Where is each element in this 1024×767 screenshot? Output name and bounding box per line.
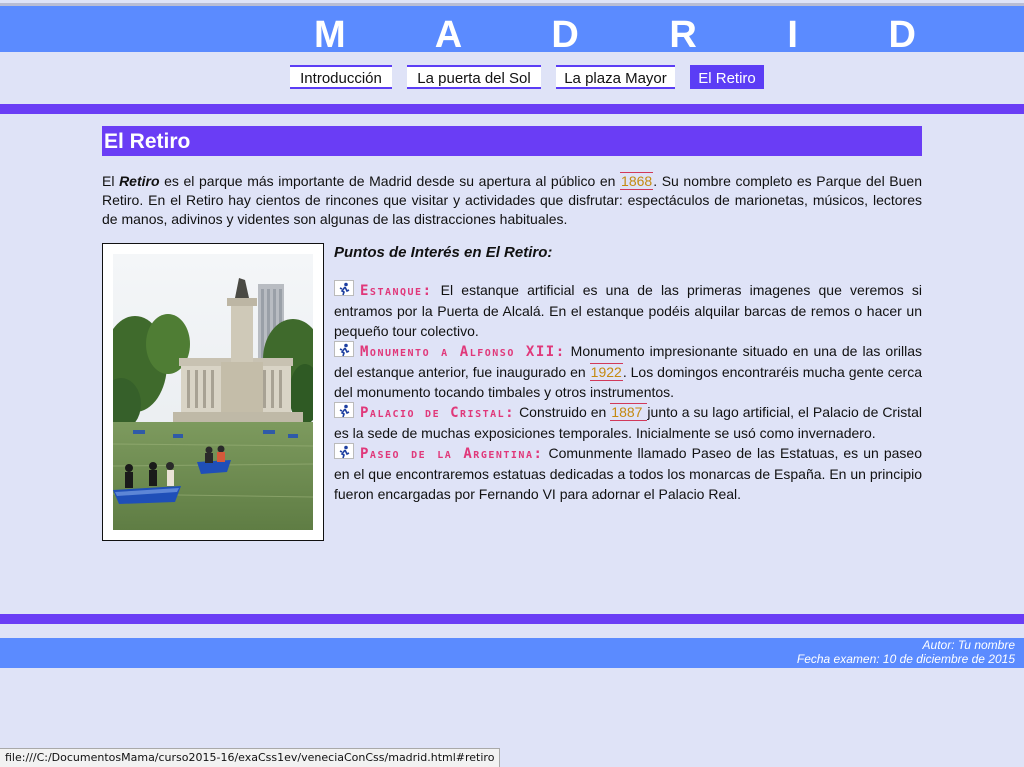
walker-icon bbox=[334, 280, 354, 296]
site-footer: Autor: Tu nombre Fecha examen: 10 de dic… bbox=[0, 638, 1024, 668]
site-header: M A D R I D bbox=[0, 6, 1024, 56]
footer-author: Autor: Tu nombre bbox=[922, 638, 1015, 652]
point-name: Estanque: bbox=[360, 283, 433, 299]
walker-icon bbox=[334, 443, 354, 459]
retiro-photo-illustration bbox=[113, 254, 313, 530]
point-text: Construido en bbox=[515, 404, 611, 420]
year-highlight: 1887 bbox=[610, 403, 648, 421]
section-title: El Retiro bbox=[102, 126, 922, 156]
main-nav: Introducción La puerta del Sol La plaza … bbox=[0, 65, 1024, 93]
retiro-photo bbox=[113, 254, 313, 530]
point-name: Paseo de la Argentina: bbox=[360, 446, 544, 462]
point-name: Palacio de Cristal: bbox=[360, 405, 516, 421]
intro-bold: Retiro bbox=[119, 173, 160, 189]
point-item: Paseo de la Argentina: Comunmente llamad… bbox=[334, 443, 922, 504]
nav-item-el-retiro[interactable]: El Retiro bbox=[690, 65, 764, 89]
status-bar-url: file:///C:/DocumentosMama/curso2015-16/e… bbox=[0, 748, 501, 767]
nav-item-plaza-mayor[interactable]: La plaza Mayor bbox=[556, 65, 675, 89]
point-item: Monumento a Alfonso XII: Monumento impre… bbox=[334, 341, 922, 402]
points-of-interest: Puntos de Interés en El Retiro: Estanque… bbox=[334, 243, 922, 504]
photo-frame bbox=[102, 243, 324, 541]
year-highlight: 1868 bbox=[620, 172, 654, 190]
walker-icon bbox=[334, 402, 354, 418]
intro-paragraph: El Retiro es el parque más importante de… bbox=[102, 172, 922, 229]
divider-bar-bottom bbox=[0, 614, 1024, 624]
intro-text: es el parque más importante de Madrid de… bbox=[159, 173, 621, 189]
content-area: Puntos de Interés en El Retiro: Estanque… bbox=[102, 243, 922, 543]
divider-bar-top bbox=[0, 104, 1024, 114]
main-content: El Retiro El Retiro es el parque más imp… bbox=[102, 126, 922, 543]
nav-item-introduccion[interactable]: Introducción bbox=[290, 65, 392, 89]
nav-item-puerta-del-sol[interactable]: La puerta del Sol bbox=[407, 65, 541, 89]
site-title: M A D R I D bbox=[314, 14, 956, 56]
footer-date: Fecha examen: 10 de diciembre de 2015 bbox=[796, 652, 1015, 666]
walker-icon bbox=[334, 341, 354, 357]
year-highlight: 1922 bbox=[589, 363, 623, 381]
intro-text: El bbox=[102, 173, 120, 189]
point-item: Palacio de Cristal: Construido en 1887 j… bbox=[334, 402, 922, 443]
point-item: Estanque: El estanque artificial es una … bbox=[334, 280, 922, 341]
point-name: Monumento a Alfonso XII: bbox=[360, 344, 566, 360]
points-title: Puntos de Interés en El Retiro: bbox=[334, 244, 553, 261]
